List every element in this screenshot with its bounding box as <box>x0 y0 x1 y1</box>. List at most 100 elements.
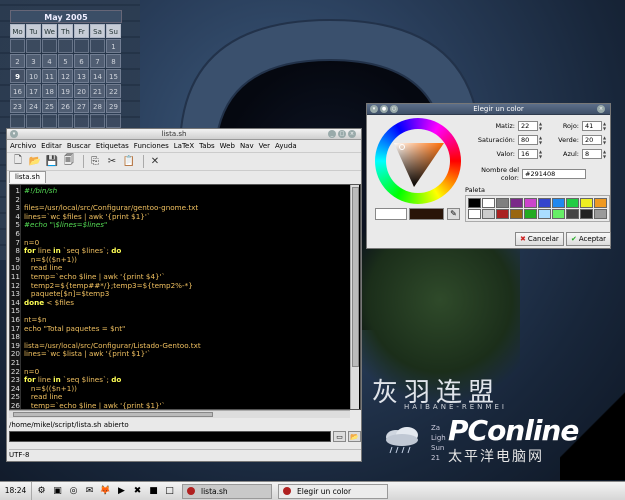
menu-editar[interactable]: Editar <box>41 142 62 150</box>
editor-window[interactable]: ▾ lista.sh _ □ × Archivo Editar Buscar Etiq… <box>6 128 362 462</box>
hue-spinner[interactable]: ▲ ▼ <box>538 121 543 131</box>
menu-archivo[interactable]: Archivo <box>10 142 36 150</box>
horizontal-scroll-thumb[interactable] <box>13 412 213 417</box>
open-folder-icon[interactable]: 📂 <box>28 155 42 169</box>
minimize-icon[interactable]: _ <box>328 130 336 138</box>
calendar-day[interactable]: 13 <box>74 69 89 83</box>
blue-spinner[interactable]: ▲ ▼ <box>602 149 607 159</box>
calendar-day[interactable]: 14 <box>90 69 105 83</box>
calendar-day[interactable]: 3 <box>26 54 41 68</box>
calendar-day[interactable]: 12 <box>58 69 73 83</box>
calendar-day[interactable]: 29 <box>106 99 121 113</box>
saturation-input[interactable]: 80 <box>518 135 538 145</box>
close-icon[interactable]: × <box>597 105 605 113</box>
shade-icon[interactable]: ○ <box>390 105 398 113</box>
tools-icon[interactable]: ✕ <box>148 155 162 169</box>
hue-input[interactable]: 22 <box>518 121 538 131</box>
calendar-day[interactable]: 23 <box>10 99 25 113</box>
palette-swatch[interactable] <box>524 198 537 208</box>
calendar-day[interactable]: 18 <box>42 84 57 98</box>
eyedropper-icon[interactable]: ✎ <box>447 208 460 220</box>
palette-swatch[interactable] <box>524 209 537 219</box>
close-icon[interactable]: × <box>348 130 356 138</box>
pin-icon[interactable]: ● <box>380 105 388 113</box>
paste-icon[interactable]: 📋 <box>122 155 136 169</box>
palette-swatch[interactable] <box>566 198 579 208</box>
taskbar-clock[interactable]: 18:24 <box>0 482 32 500</box>
menu-nav[interactable]: Nav <box>240 142 254 150</box>
taskbar-task[interactable]: lista.sh <box>182 483 272 499</box>
open-folder-small-icon[interactable]: 📂 <box>348 430 361 442</box>
calendar-day[interactable]: 22 <box>106 84 121 98</box>
palette-swatch[interactable] <box>552 209 565 219</box>
calendar-day[interactable]: 10 <box>26 69 41 83</box>
launcher-menu-icon[interactable]: ⚙ <box>35 485 48 498</box>
calendar-day[interactable]: 1 <box>106 39 121 53</box>
calendar-day[interactable]: 15 <box>106 69 121 83</box>
mail-icon[interactable]: ✉ <box>83 485 96 498</box>
run-command-icon[interactable]: ▭ <box>333 430 346 442</box>
workspace-2-icon[interactable]: □ <box>163 485 176 498</box>
window-menu-icon[interactable]: ▾ <box>10 130 18 138</box>
menu-etiquetas[interactable]: Etiquetas <box>96 142 129 150</box>
calendar-day[interactable]: 19 <box>58 84 73 98</box>
browser-icon[interactable]: ◎ <box>67 485 80 498</box>
code-editor[interactable]: 1 #!/bin/sh 2 3 files=/usr/local/src/Configu… <box>9 184 361 410</box>
calendar-day[interactable]: 7 <box>90 54 105 68</box>
palette-swatch[interactable] <box>580 198 593 208</box>
terminal-icon[interactable]: ▣ <box>51 485 64 498</box>
palette-swatch[interactable] <box>594 209 607 219</box>
media-icon[interactable]: ▶ <box>115 485 128 498</box>
hex-color-input[interactable]: #291408 <box>522 169 586 179</box>
red-input[interactable]: 41 <box>582 121 602 131</box>
palette-swatch[interactable] <box>538 209 551 219</box>
copy-icon[interactable]: ⎘ <box>88 155 102 169</box>
calendar-day[interactable]: 26 <box>58 99 73 113</box>
editor-titlebar[interactable]: ▾ lista.sh _ □ × <box>7 129 361 140</box>
menu-funciones[interactable]: Funciones <box>134 142 169 150</box>
calendar-day[interactable]: 8 <box>106 54 121 68</box>
tab-lista-sh[interactable]: lista.sh <box>9 171 46 183</box>
saturation-value-triangle[interactable] <box>390 133 446 189</box>
cut-icon[interactable]: ✂ <box>105 155 119 169</box>
palette-swatch[interactable] <box>468 209 481 219</box>
color-picker-dialog[interactable]: ▾ ● ○ Elegir un color × ✎ Matiz: 22 ▲ ▼ S… <box>366 103 612 249</box>
menu-web[interactable]: Web <box>220 142 235 150</box>
calendar-day[interactable]: 11 <box>42 69 57 83</box>
calendar-day[interactable]: 16 <box>10 84 25 98</box>
taskbar-task[interactable]: Elegir un color <box>278 483 388 499</box>
save-all-icon[interactable]: 🗐 <box>62 155 76 169</box>
horizontal-scrollbar[interactable] <box>9 410 350 418</box>
save-icon[interactable]: 💾 <box>45 155 59 169</box>
calendar-day[interactable]: 5 <box>58 54 73 68</box>
menu-ayuda[interactable]: Ayuda <box>275 142 297 150</box>
menu-tabs[interactable]: Tabs <box>199 142 215 150</box>
palette-swatch[interactable] <box>580 209 593 219</box>
close-window-icon[interactable]: ✖ <box>131 485 144 498</box>
menu-latex[interactable]: LaTeX <box>174 142 194 150</box>
calendar-day[interactable]: 17 <box>26 84 41 98</box>
vertical-scrollbar[interactable] <box>350 185 359 409</box>
palette-swatch[interactable] <box>482 209 495 219</box>
calendar-day[interactable]: 28 <box>90 99 105 113</box>
green-spinner[interactable]: ▲ ▼ <box>602 135 607 145</box>
palette-swatch[interactable] <box>510 198 523 208</box>
red-spinner[interactable]: ▲ ▼ <box>602 121 607 131</box>
palette-swatch[interactable] <box>510 209 523 219</box>
dialog-titlebar[interactable]: ▾ ● ○ Elegir un color × <box>367 104 610 115</box>
menu-buscar[interactable]: Buscar <box>67 142 91 150</box>
palette-swatch[interactable] <box>496 198 509 208</box>
green-input[interactable]: 20 <box>582 135 602 145</box>
value-spinner[interactable]: ▲ ▼ <box>538 149 543 159</box>
calendar-day[interactable]: 27 <box>74 99 89 113</box>
calendar-day[interactable]: 20 <box>74 84 89 98</box>
palette-swatch[interactable] <box>482 198 495 208</box>
calendar-day[interactable]: 25 <box>42 99 57 113</box>
calendar-day[interactable]: 2 <box>10 54 25 68</box>
palette-swatch[interactable] <box>496 209 509 219</box>
calendar-day[interactable]: 9 <box>10 69 25 83</box>
blue-input[interactable]: 8 <box>582 149 602 159</box>
workspace-1-icon[interactable]: ■ <box>147 485 160 498</box>
vertical-scroll-thumb[interactable] <box>352 187 359 367</box>
window-menu-icon[interactable]: ▾ <box>370 105 378 113</box>
